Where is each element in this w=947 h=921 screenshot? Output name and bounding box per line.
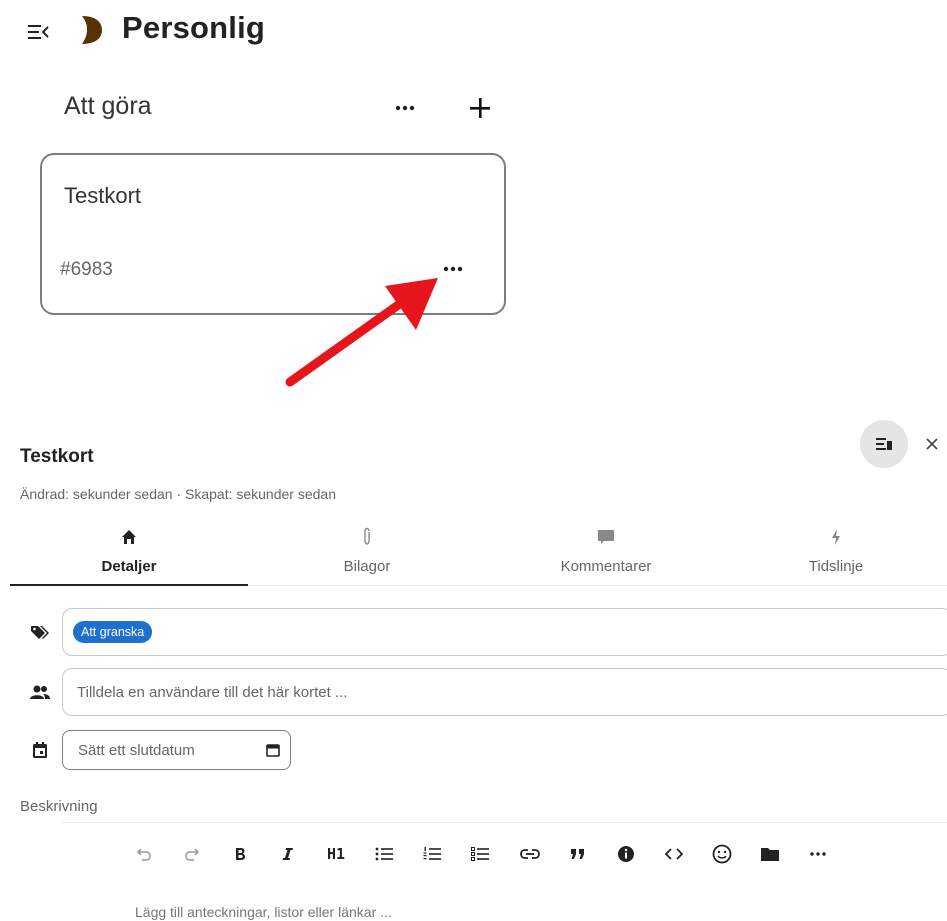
comment-icon <box>598 530 614 544</box>
code-button[interactable] <box>660 840 688 868</box>
info-icon <box>618 846 634 862</box>
active-tab-indicator <box>10 584 248 586</box>
undo-button[interactable] <box>130 840 158 868</box>
code-icon <box>665 848 683 860</box>
paperclip-icon <box>364 527 370 545</box>
checklist-button[interactable] <box>466 840 494 868</box>
redo-button[interactable] <box>178 840 206 868</box>
quote-button[interactable] <box>564 840 592 868</box>
emoji-icon <box>712 844 732 864</box>
annotation-arrow <box>285 278 438 387</box>
lightning-icon <box>832 529 840 545</box>
tags-select[interactable]: Att granska <box>62 608 947 656</box>
info-callout-button[interactable] <box>612 840 640 868</box>
undo-icon <box>136 848 151 861</box>
detail-timestamps: Ändrad: sekunder sedan · Skapat: sekunde… <box>20 486 336 502</box>
bullet-list-icon <box>375 847 393 861</box>
italic-button[interactable] <box>274 840 302 868</box>
emoji-button[interactable] <box>708 840 736 868</box>
details-toggle-icon <box>876 438 892 450</box>
board-color-icon <box>76 14 104 46</box>
tab-label: Tidslinje <box>808 558 864 575</box>
heading-button[interactable]: H1 <box>322 840 350 868</box>
description-editor[interactable]: Lägg till anteckningar, listor eller län… <box>135 904 392 920</box>
tab-timeline[interactable]: Tidslinje <box>725 524 947 584</box>
due-date-placeholder: Sätt ett slutdatum <box>78 741 195 759</box>
description-label: Beskrivning <box>20 798 98 815</box>
calendar-icon <box>26 736 54 764</box>
close-icon <box>926 438 938 450</box>
card-title: Testkort <box>64 183 142 208</box>
users-icon <box>26 678 54 706</box>
folder-icon <box>761 848 779 861</box>
close-button[interactable] <box>918 430 946 458</box>
tab-comments[interactable]: Kommentarer <box>487 524 725 584</box>
calendar-picker-icon[interactable] <box>266 743 280 757</box>
assign-user-input[interactable]: Tilldela en användare till det här korte… <box>62 668 947 716</box>
stack-title[interactable]: Att göra <box>64 92 152 121</box>
add-card-button[interactable] <box>464 92 496 124</box>
stack-menu-button[interactable] <box>389 94 421 122</box>
tags-icon <box>26 618 54 646</box>
bullet-list-button[interactable] <box>370 840 398 868</box>
more-horizontal-icon <box>810 852 826 856</box>
link-icon <box>520 849 540 859</box>
home-icon <box>122 530 136 544</box>
tab-label: Kommentarer <box>560 558 652 575</box>
plus-icon <box>470 98 490 118</box>
tab-label: Bilagor <box>343 558 391 575</box>
more-horizontal-icon <box>395 105 415 111</box>
detail-title[interactable]: Testkort <box>20 446 94 468</box>
menu-collapse-button[interactable] <box>24 18 52 46</box>
checklist-icon <box>471 847 489 861</box>
menu-collapse-icon <box>28 25 49 39</box>
redo-icon <box>185 848 200 861</box>
more-toolbar-button[interactable] <box>804 840 832 868</box>
bold-button[interactable] <box>226 840 254 868</box>
quote-icon <box>571 849 584 859</box>
insert-file-button[interactable] <box>756 840 784 868</box>
card-id: #6983 <box>60 259 113 280</box>
description-divider <box>62 822 947 823</box>
link-button[interactable] <box>516 840 544 868</box>
tag-chip[interactable]: Att granska <box>73 621 153 643</box>
board-title: Personlig <box>122 10 266 45</box>
bold-icon <box>236 848 245 860</box>
tab-details[interactable]: Detaljer <box>10 524 248 584</box>
tab-label: Detaljer <box>101 558 157 575</box>
italic-icon <box>282 848 293 860</box>
due-date-input[interactable]: Sätt ett slutdatum <box>62 730 291 770</box>
toggle-details-button[interactable] <box>860 420 908 468</box>
numbered-list-icon <box>423 847 441 860</box>
tab-attachments[interactable]: Bilagor <box>248 524 486 584</box>
numbered-list-button[interactable] <box>418 840 446 868</box>
